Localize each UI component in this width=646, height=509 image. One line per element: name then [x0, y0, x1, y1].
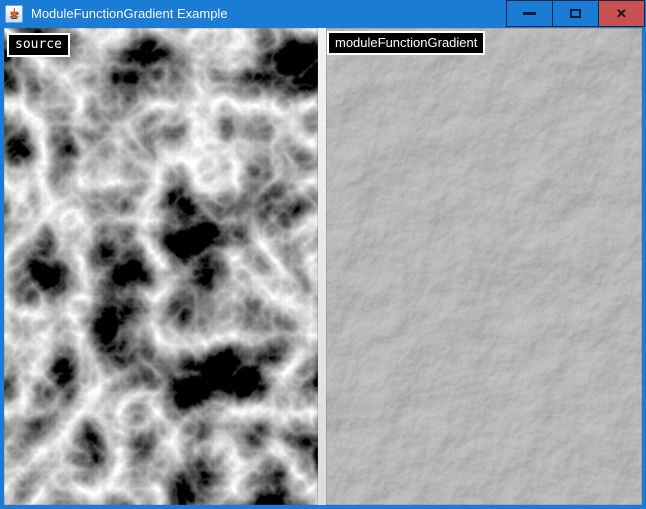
panel-gap: [318, 28, 326, 505]
close-icon: ✕: [616, 7, 627, 20]
gradient-image-label: moduleFunctionGradient: [327, 31, 485, 55]
gradient-image-panel: moduleFunctionGradient: [326, 28, 642, 505]
maximize-button[interactable]: [552, 0, 599, 27]
source-image-panel: source: [4, 28, 318, 505]
titlebar[interactable]: ModuleFunctionGradient Example ✕: [0, 0, 646, 28]
coffee-cup-glyph: [7, 7, 21, 21]
app-window: ModuleFunctionGradient Example ✕ source: [0, 0, 646, 509]
minimize-icon: [523, 12, 536, 15]
window-title: ModuleFunctionGradient Example: [31, 0, 228, 28]
source-noise-image: [4, 28, 318, 505]
gradient-noise-image: [326, 28, 642, 505]
window-controls: ✕: [506, 0, 646, 27]
minimize-button[interactable]: [506, 0, 553, 27]
maximize-icon: [570, 9, 581, 18]
close-button[interactable]: ✕: [598, 0, 645, 27]
source-image-label: source: [7, 33, 70, 57]
java-coffee-cup-icon[interactable]: [5, 5, 23, 23]
content-area: source moduleFunctionGradient: [4, 28, 642, 505]
